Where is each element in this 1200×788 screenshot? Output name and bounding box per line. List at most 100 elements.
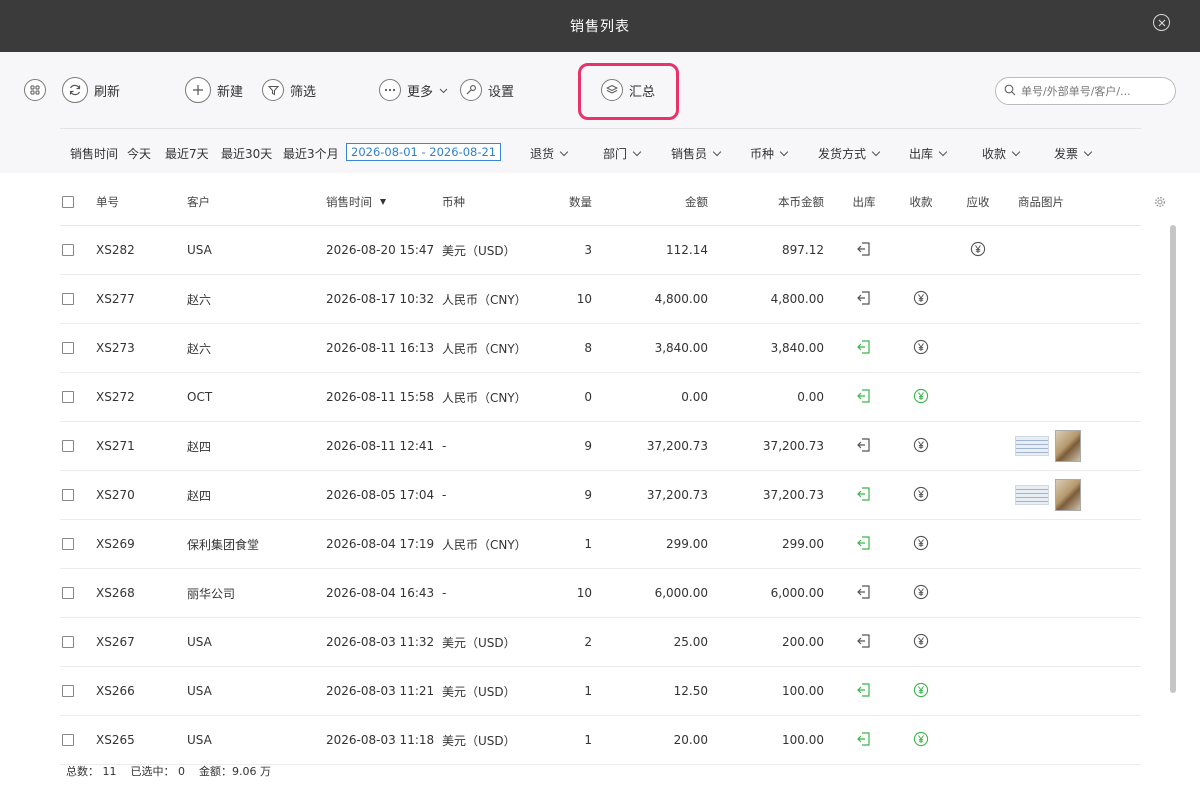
order-no[interactable]: XS273 bbox=[96, 324, 135, 372]
currency: - bbox=[442, 488, 447, 502]
chevron-down-icon bbox=[871, 147, 881, 157]
order-no[interactable]: XS270 bbox=[96, 471, 135, 519]
close-icon[interactable] bbox=[1153, 14, 1170, 31]
table-row[interactable]: XS271 赵四 2026-08-11 12:41- 9 37,200.73 37,200… bbox=[60, 422, 1141, 471]
filter-currency-dropdown[interactable]: 币种 bbox=[750, 145, 789, 162]
order-no[interactable]: XS267 bbox=[96, 618, 135, 666]
row-checkbox[interactable] bbox=[62, 342, 74, 354]
filter-button[interactable]: 筛选 bbox=[262, 77, 316, 103]
payment-status-icon[interactable] bbox=[913, 486, 929, 505]
row-checkbox[interactable] bbox=[62, 685, 74, 697]
filter-payment-dropdown[interactable]: 收款 bbox=[982, 145, 1021, 162]
filter-invoice-dropdown[interactable]: 发票 bbox=[1054, 145, 1093, 162]
row-checkbox[interactable] bbox=[62, 244, 74, 256]
order-no[interactable]: XS265 bbox=[96, 716, 135, 764]
table-row[interactable]: XS270 赵四 2026-08-05 17:04- 9 37,200.73 37,200… bbox=[60, 471, 1141, 520]
payment-status-icon[interactable] bbox=[913, 731, 929, 750]
vertical-scrollbar[interactable] bbox=[1170, 225, 1176, 693]
receivable-status-icon[interactable] bbox=[970, 241, 986, 260]
outbound-status-icon[interactable] bbox=[856, 388, 872, 407]
order-no[interactable]: XS268 bbox=[96, 569, 135, 617]
summary-button[interactable]: 汇总 bbox=[601, 77, 655, 103]
amount: 3,840.00 bbox=[654, 341, 708, 355]
product-image-thumbnail[interactable] bbox=[1015, 436, 1049, 456]
outbound-status-icon[interactable] bbox=[856, 290, 872, 309]
payment-status-icon[interactable] bbox=[913, 535, 929, 554]
outbound-status-icon[interactable] bbox=[856, 584, 872, 603]
outbound-status-icon[interactable] bbox=[856, 437, 872, 456]
date-range-input[interactable]: 2026-08-01 - 2026-08-21 bbox=[346, 143, 502, 161]
new-button[interactable]: 新建 bbox=[185, 77, 243, 103]
row-checkbox[interactable] bbox=[62, 636, 74, 648]
filter-today[interactable]: 今天 bbox=[127, 145, 151, 162]
amount: 112.14 bbox=[666, 243, 708, 257]
row-checkbox[interactable] bbox=[62, 391, 74, 403]
footer-amount: 金额：9.06 万 bbox=[199, 765, 271, 778]
row-checkbox[interactable] bbox=[62, 587, 74, 599]
row-checkbox[interactable] bbox=[62, 293, 74, 305]
order-no[interactable]: XS269 bbox=[96, 520, 135, 568]
outbound-status-icon[interactable] bbox=[856, 535, 872, 554]
table-row[interactable]: XS282 USA 2026-08-20 15:47 美元（USD） 3 112.14 89… bbox=[60, 226, 1141, 275]
table-row[interactable]: XS277 赵六 2026-08-17 10:32 人民币（CNY） 10 4,800.0… bbox=[60, 275, 1141, 324]
table-row[interactable]: XS273 赵六 2026-08-11 16:13 人民币（CNY） 8 3,840.00… bbox=[60, 324, 1141, 373]
payment-status-icon[interactable] bbox=[913, 290, 929, 309]
currency: 美元（USD） bbox=[442, 635, 516, 650]
product-image-thumbnail[interactable] bbox=[1055, 430, 1081, 462]
outbound-status-icon[interactable] bbox=[856, 486, 872, 505]
table-row[interactable]: XS266 USA 2026-08-03 11:21 美元（USD） 1 12.50 100… bbox=[60, 667, 1141, 716]
outbound-status-icon[interactable] bbox=[856, 682, 872, 701]
table-row[interactable]: XS267 USA 2026-08-03 11:32 美元（USD） 2 25.00 200… bbox=[60, 618, 1141, 667]
filter-outbound-dropdown[interactable]: 出库 bbox=[909, 145, 948, 162]
currency: 美元（USD） bbox=[442, 243, 516, 258]
row-checkbox[interactable] bbox=[62, 734, 74, 746]
currency: 人民币（CNY） bbox=[442, 292, 527, 307]
more-button[interactable]: 更多 bbox=[379, 77, 448, 103]
order-no[interactable]: XS272 bbox=[96, 373, 135, 421]
table-row[interactable]: XS269 保利集团食堂 2026-08-04 17:19 人民币（CNY） 1 299.… bbox=[60, 520, 1141, 569]
filter-return-dropdown[interactable]: 退货 bbox=[530, 145, 569, 162]
filter-last3m[interactable]: 最近3个月 bbox=[283, 145, 339, 162]
settings-button[interactable]: 设置 bbox=[460, 77, 514, 103]
payment-status-icon[interactable] bbox=[913, 633, 929, 652]
payment-status-icon[interactable] bbox=[913, 584, 929, 603]
outbound-status-icon[interactable] bbox=[856, 241, 872, 260]
row-checkbox[interactable] bbox=[62, 440, 74, 452]
select-all-checkbox[interactable] bbox=[62, 195, 74, 208]
search-box[interactable] bbox=[995, 77, 1176, 105]
order-no[interactable]: XS282 bbox=[96, 226, 135, 274]
product-image-thumbnail[interactable] bbox=[1015, 485, 1049, 505]
order-no[interactable]: XS266 bbox=[96, 667, 135, 715]
table-row[interactable]: XS272 OCT 2026-08-11 15:58 人民币（CNY） 0 0.00 0.0… bbox=[60, 373, 1141, 422]
table-row[interactable]: XS268 丽华公司 2026-08-04 16:43- 10 6,000.00 6,00… bbox=[60, 569, 1141, 618]
filter-last30[interactable]: 最近30天 bbox=[221, 145, 272, 162]
refresh-button[interactable]: 刷新 bbox=[62, 77, 120, 103]
quantity: 1 bbox=[584, 537, 592, 551]
table-row[interactable]: XS265 USA 2026-08-03 11:18 美元（USD） 1 20.00 100… bbox=[60, 716, 1141, 765]
filter-shipping-dropdown[interactable]: 发货方式 bbox=[818, 145, 881, 162]
col-sale-time[interactable]: 销售时间 bbox=[326, 178, 386, 225]
payment-status-icon[interactable] bbox=[913, 339, 929, 358]
order-no[interactable]: XS271 bbox=[96, 422, 135, 470]
filter-last7[interactable]: 最近7天 bbox=[165, 145, 209, 162]
outbound-status-icon[interactable] bbox=[856, 633, 872, 652]
local-amount: 37,200.73 bbox=[762, 439, 824, 453]
outbound-status-icon[interactable] bbox=[856, 731, 872, 750]
outbound-status-icon[interactable] bbox=[856, 339, 872, 358]
summary-label: 汇总 bbox=[629, 84, 656, 100]
search-input[interactable] bbox=[1021, 84, 1171, 98]
product-image-thumbnail[interactable] bbox=[1055, 479, 1081, 511]
column-settings-gear-icon[interactable] bbox=[1154, 196, 1166, 211]
toolbar-divider bbox=[60, 128, 1141, 129]
view-toggle-button[interactable] bbox=[24, 77, 46, 103]
filter-salesperson-dropdown[interactable]: 销售员 bbox=[671, 145, 722, 162]
currency: 人民币（CNY） bbox=[442, 341, 527, 356]
row-checkbox[interactable] bbox=[62, 489, 74, 501]
payment-status-icon[interactable] bbox=[913, 437, 929, 456]
payment-status-icon[interactable] bbox=[913, 682, 929, 701]
payment-status-icon[interactable] bbox=[913, 388, 929, 407]
sale-time: 2026-08-03 11:21 bbox=[326, 684, 435, 698]
order-no[interactable]: XS277 bbox=[96, 275, 135, 323]
row-checkbox[interactable] bbox=[62, 538, 74, 550]
filter-department-dropdown[interactable]: 部门 bbox=[603, 145, 642, 162]
